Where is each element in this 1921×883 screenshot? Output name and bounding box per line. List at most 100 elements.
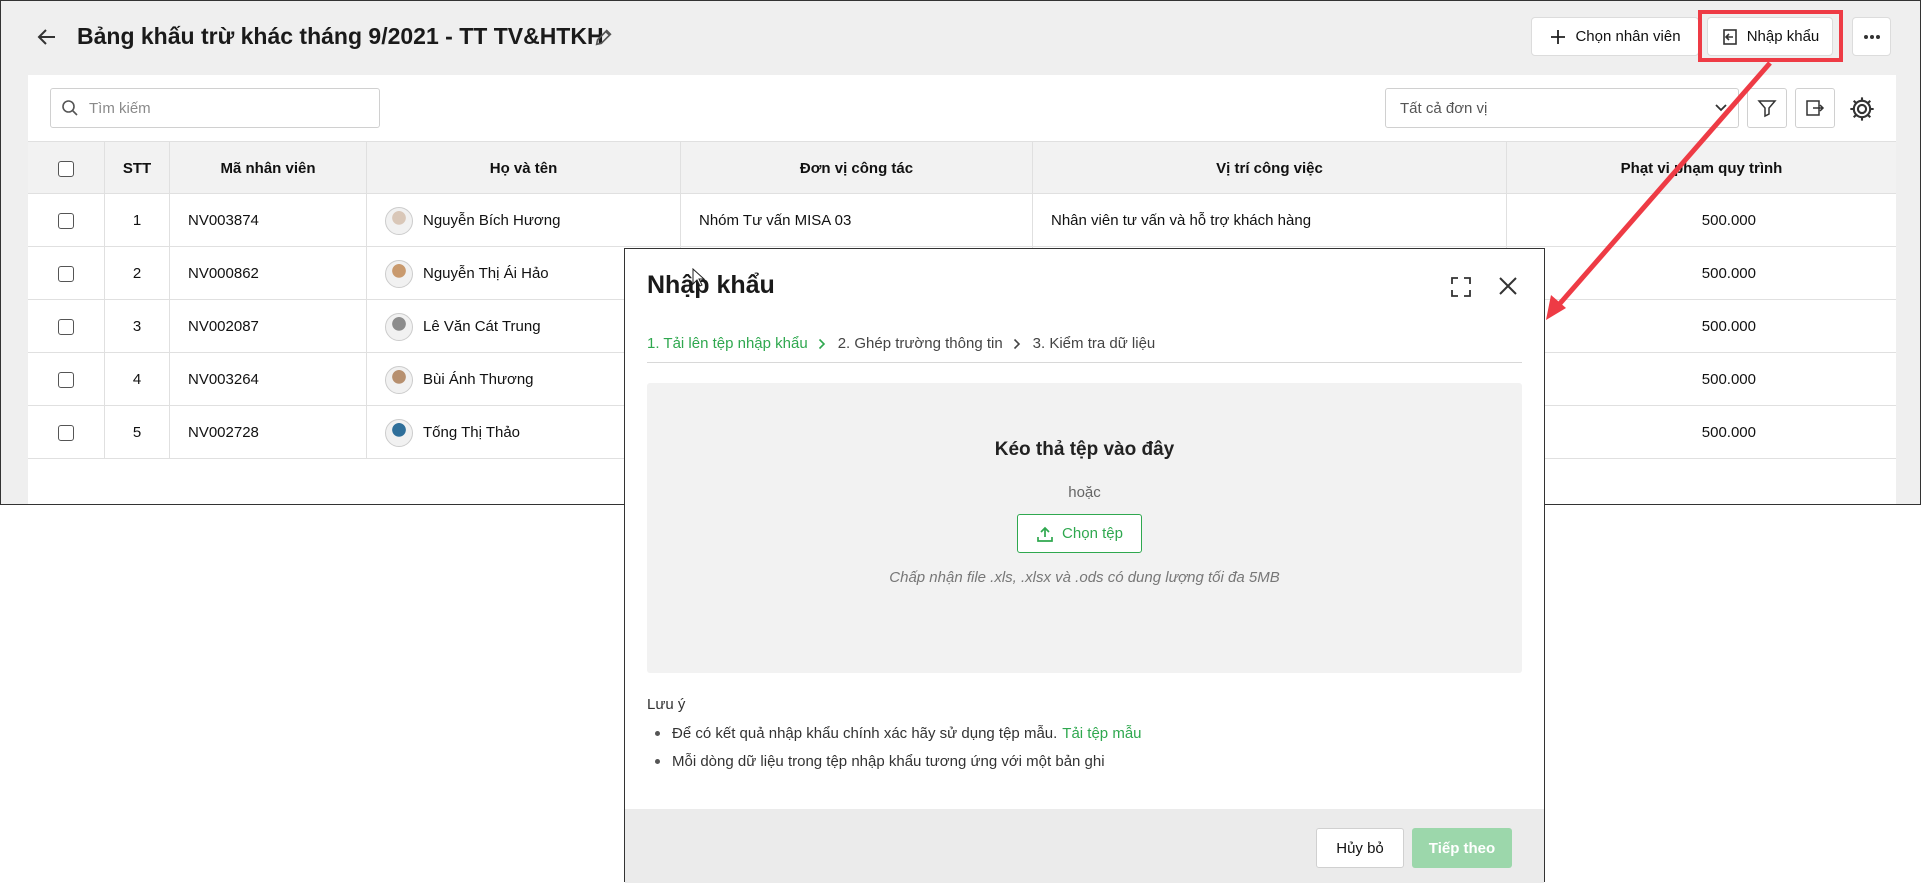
step-validate[interactable]: 3. Kiểm tra dữ liệu [1033,325,1156,352]
note-item: Để có kết quả nhập khẩu chính xác hãy sử… [655,719,1142,747]
dialog-footer: Hủy bỏ Tiếp theo [625,809,1544,883]
step-mapping-label: 2. Ghép trường thông tin [837,335,1003,352]
note-2-text: Mỗi dòng dữ liệu trong tệp nhập khẩu tươ… [672,752,1105,770]
cancel-button[interactable]: Hủy bỏ [1316,828,1404,868]
chevron-right-icon [1013,338,1020,349]
page-header: Bảng khấu trừ khác tháng 9/2021 - TT TV&… [1,1,1920,73]
column-header-stt[interactable]: STT [105,142,170,195]
step-upload-label: 1. Tải lên tệp nhập khẩu [647,335,808,352]
next-button[interactable]: Tiếp theo [1412,828,1512,868]
note-title: Lưu ý [647,696,686,713]
choose-file-button[interactable]: Chọn tệp [1017,514,1142,553]
more-options-button[interactable] [1852,17,1891,56]
table-row[interactable]: 1 NV003874 Nguyễn Bích Hương Nhóm Tư vấn MI… [28,194,1896,247]
close-icon[interactable] [1496,274,1520,298]
chevron-down-icon [1715,104,1727,112]
choose-file-label: Chọn tệp [1062,525,1123,542]
column-header-position[interactable]: Vị trí công việc [1033,142,1507,195]
export-icon [1806,100,1825,116]
row-fine: 500.000 [1701,424,1756,441]
row-position: Nhân viên tư vấn và hỗ trợ khách hàng [1033,194,1507,247]
expand-icon[interactable] [1449,275,1473,299]
row-stt: 3 [105,300,170,353]
back-arrow-icon[interactable] [35,25,59,49]
row-stt: 2 [105,247,170,300]
row-select-cell [28,194,105,247]
row-employee-code: NV000862 [170,247,367,300]
row-unit: Nhóm Tư vấn MISA 03 [681,194,1033,247]
import-dialog: Nhập khẩu 1. Tải lên tệp nhập khẩu 2. Gh… [624,248,1545,883]
export-button[interactable] [1795,88,1835,128]
row-checkbox[interactable] [58,265,74,282]
search-icon [62,100,78,116]
row-employee-code: NV003874 [170,194,367,247]
step-upload[interactable]: 1. Tải lên tệp nhập khẩu [647,325,826,352]
upload-icon [1037,526,1053,542]
row-employee-name-cell: Nguyễn Bích Hương [367,194,681,247]
row-checkbox[interactable] [58,371,74,388]
avatar [385,312,413,341]
choose-employee-label: Chọn nhân viên [1575,28,1681,45]
filter-icon [1757,100,1777,118]
dropzone-title: Kéo thả tệp vào đây [994,439,1175,460]
table-header-row: STT Mã nhân viên Họ và tên Đơn vị công t… [28,141,1896,195]
row-select-cell [28,247,105,300]
row-select-cell [28,406,105,459]
row-employee-name: Tống Thị Thảo [423,424,521,441]
row-employee-code: NV002087 [170,300,367,353]
row-stt: 1 [105,194,170,247]
import-steps: 1. Tải lên tệp nhập khẩu 2. Ghép trường … [647,325,1522,363]
avatar [385,418,413,447]
note-item: Mỗi dòng dữ liệu trong tệp nhập khẩu tươ… [655,747,1142,775]
import-label: Nhập khẩu [1746,28,1820,45]
row-fine: 500.000 [1701,318,1756,335]
more-dots-icon [1863,34,1880,39]
settings-gear-icon[interactable] [1848,95,1876,123]
row-fine: 500.000 [1701,265,1756,282]
unit-filter-select[interactable]: Tất cả đơn vị [1385,88,1739,128]
row-checkbox[interactable] [58,212,74,229]
note-list: Để có kết quả nhập khẩu chính xác hãy sử… [655,719,1142,775]
row-employee-name: Nguyễn Bích Hương [423,212,561,229]
step-mapping[interactable]: 2. Ghép trường thông tin [838,325,1021,352]
unit-filter-value: Tất cả đơn vị [1400,99,1488,117]
column-header-name[interactable]: Họ và tên [367,142,681,195]
avatar [385,365,413,394]
row-select-cell [28,353,105,406]
avatar [385,259,413,288]
row-employee-name: Nguyễn Thị Ái Hảo [423,265,549,282]
plus-icon [1551,29,1566,44]
row-employee-name: Lê Văn Cát Trung [423,318,541,335]
filter-button[interactable] [1747,88,1787,128]
chevron-right-icon [818,338,825,349]
row-fine: 500.000 [1701,212,1756,229]
column-header-fine[interactable]: Phạt vi phạm quy trình [1507,142,1896,195]
avatar [385,206,413,235]
row-employee-code: NV002728 [170,406,367,459]
search-input[interactable] [89,99,349,117]
row-employee-code: NV003264 [170,353,367,406]
row-checkbox[interactable] [58,318,74,335]
import-icon [1722,28,1737,45]
column-header-code[interactable]: Mã nhân viên [170,142,367,195]
select-all-cell [28,142,105,195]
download-template-link[interactable]: Tải tệp mẫu [1062,725,1141,742]
dropzone-hint: Chấp nhận file .xls, .xlsx và .ods có du… [889,569,1280,586]
row-employee-name: Bùi Ánh Thương [423,371,534,388]
page-title: Bảng khấu trừ khác tháng 9/2021 - TT TV&… [77,23,604,49]
import-button[interactable]: Nhập khẩu [1707,17,1833,56]
step-validate-label: 3. Kiểm tra dữ liệu [1032,335,1156,352]
edit-pencil-icon[interactable] [593,26,615,48]
note-1-text: Để có kết quả nhập khẩu chính xác hãy sử… [672,724,1058,742]
search-box[interactable] [50,88,380,128]
mouse-cursor-icon [692,268,706,287]
dropzone-or: hoặc [1068,484,1101,501]
select-all-checkbox[interactable] [58,160,74,177]
file-dropzone[interactable]: Kéo thả tệp vào đây hoặc Chọn tệp Chấp n… [647,383,1522,673]
row-stt: 4 [105,353,170,406]
row-fine: 500.000 [1701,371,1756,388]
column-header-unit[interactable]: Đơn vị công tác [681,142,1033,195]
row-checkbox[interactable] [58,424,74,441]
choose-employee-button[interactable]: Chọn nhân viên [1531,17,1699,56]
dialog-title: Nhập khẩu [647,271,775,299]
